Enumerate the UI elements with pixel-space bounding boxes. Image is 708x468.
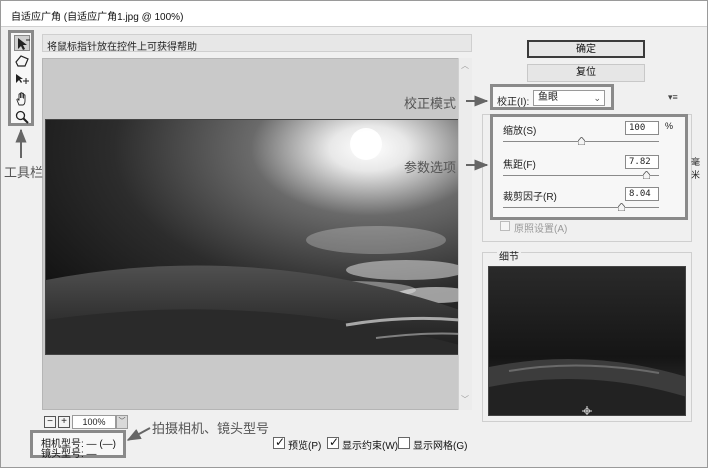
crop-input[interactable]: 8.04 (625, 187, 659, 201)
zoom-in-button[interactable]: + (58, 416, 70, 428)
scale-slider-thumb[interactable] (577, 137, 585, 145)
correction-value: 鱼眼 (538, 92, 558, 103)
focal-row: 焦距(F) 7.82 毫米 (493, 153, 700, 187)
toolbar-annotation: 工具栏 (4, 166, 44, 181)
focal-slider-thumb[interactable] (643, 171, 651, 179)
crop-slider-track[interactable] (503, 207, 659, 208)
preview-vertical-scrollbar[interactable]: ︿ ﹀ (458, 58, 472, 410)
focal-input[interactable]: 7.82 (625, 155, 659, 169)
title-bar: 自适应广角 (自适应广角1.jpg @ 100%) (1, 1, 707, 27)
detail-title: 细节 (497, 248, 521, 263)
panel-menu-icon[interactable]: ▾≡ (668, 92, 678, 103)
fisheye-photo (45, 119, 459, 355)
polygon-constraint-icon[interactable] (14, 53, 30, 69)
params-annotation: 参数选项 (404, 161, 457, 176)
show-grid-label: 显示网格(G) (413, 441, 468, 452)
parameter-options: 缩放(S) 100 % 焦距(F) 7.82 毫米 裁剪因子(R) 8.04 (490, 114, 700, 220)
reset-button[interactable]: 复位 (527, 64, 645, 82)
scroll-up-icon[interactable]: ︿ (461, 60, 469, 71)
help-hint-bar: 将鼠标指针放在控件上可获得帮助 (42, 34, 472, 53)
lens-model: 镜头型号: — (41, 449, 97, 460)
scale-input[interactable]: 100 (625, 121, 659, 135)
show-constraints-check-icon[interactable] (327, 435, 339, 449)
ok-button[interactable]: 确定 (527, 40, 645, 58)
scroll-down-icon[interactable]: ﹀ (461, 394, 469, 405)
show-grid-check-icon[interactable] (398, 437, 410, 449)
correction-label: 校正(I): (497, 97, 530, 108)
scale-unit: % (665, 121, 674, 131)
focal-label: 焦距(F) (503, 160, 536, 171)
hand-icon[interactable] (14, 91, 30, 107)
preview-check-icon[interactable] (273, 435, 285, 449)
camera-info: 相机型号: — (—) 镜头型号: — (30, 430, 126, 460)
chevron-down-icon: ⌄ (593, 93, 601, 103)
crop-label: 裁剪因子(R) (503, 192, 557, 203)
constraint-tool-icon[interactable] (14, 35, 30, 51)
correction-mode-annotation: 校正模式 (404, 97, 457, 112)
crop-row: 裁剪因子(R) 8.04 (493, 185, 685, 219)
as-shot-label: 原照设置(A) (514, 224, 568, 235)
as-shot-check-icon[interactable] (500, 221, 510, 231)
move-icon[interactable] (14, 71, 30, 87)
toolbar (8, 30, 34, 126)
scale-label: 缩放(S) (503, 126, 537, 137)
focal-unit: 毫米 (691, 157, 701, 180)
camera-annotation: 拍摄相机、镜头型号 (152, 422, 270, 437)
zoom-out-button[interactable]: − (44, 416, 56, 428)
correction-control: 校正(I): 鱼眼 ⌄ (490, 84, 614, 110)
show-constraints-label: 显示约束(W) (342, 441, 399, 452)
focal-slider-track[interactable] (503, 175, 659, 176)
zoom-icon[interactable] (14, 109, 30, 125)
correction-select[interactable]: 鱼眼 ⌄ (533, 90, 605, 106)
zoom-level-field[interactable]: 100% (72, 415, 116, 429)
detail-preview (488, 266, 686, 416)
preview-label: 预览(P) (288, 441, 322, 452)
zoom-dropdown-icon[interactable]: ﹀ (116, 415, 128, 429)
help-hint-text: 将鼠标指针放在控件上可获得帮助 (47, 42, 197, 53)
window-title: 自适应广角 (自适应广角1.jpg @ 100%) (11, 12, 184, 23)
scale-row: 缩放(S) 100 % (493, 119, 685, 153)
crop-slider-thumb[interactable] (618, 203, 626, 211)
